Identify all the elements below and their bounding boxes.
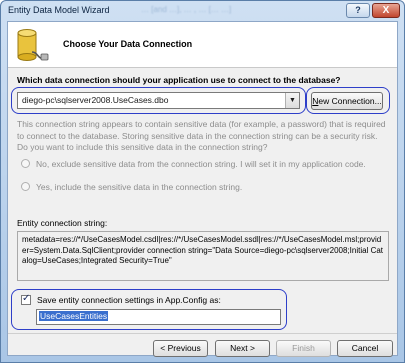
radio-exclude-sensitive[interactable]: No, exclude sensitive data from the conn… — [21, 159, 366, 169]
close-button[interactable]: X — [372, 3, 400, 18]
save-settings-row[interactable]: Save entity connection settings in App.C… — [21, 293, 221, 305]
save-settings-label: Save entity connection settings in App.C… — [37, 295, 221, 305]
database-plug-icon — [17, 29, 49, 61]
chevron-down-icon[interactable]: ▼ — [285, 93, 299, 108]
radio-exclude-label: No, exclude sensitive data from the conn… — [36, 159, 366, 169]
radio-circle[interactable] — [21, 159, 30, 168]
new-connection-label: ew Connection... — [318, 96, 382, 106]
sensitive-data-paragraph: This connection string appears to contai… — [17, 119, 386, 152]
header-band: Choose Your Data Connection — [8, 22, 397, 68]
radio-include-sensitive[interactable]: Yes, include the sensitive data in the c… — [21, 182, 242, 192]
wizard-client-area: Choose Your Data Connection Which data c… — [7, 21, 398, 357]
entities-name-selected-text: UseCasesEntities — [39, 311, 109, 321]
connection-selected-value: diego-pc\sqlserver2008.UseCases.dbo — [22, 95, 169, 105]
previous-label: Previous — [167, 343, 201, 353]
window-title: Entity Data Model Wizard — [8, 5, 110, 15]
entities-name-input[interactable]: UseCasesEntities — [36, 309, 281, 325]
radio-include-label: Yes, include the sensitive data in the c… — [36, 182, 243, 192]
footer-divider — [8, 333, 397, 334]
wizard-window: Entity Data Model Wizard … [and …], … , … — [0, 0, 405, 363]
new-connection-button[interactable]: New Connection... — [311, 92, 383, 110]
next-button[interactable]: Next > — [215, 340, 270, 357]
previous-button[interactable]: < Previous — [153, 340, 208, 357]
entity-connection-string[interactable]: metadata=res://*/UseCasesModel.csdl|res:… — [17, 231, 389, 281]
page-title: Choose Your Data Connection — [63, 39, 193, 49]
finish-button[interactable]: Finish — [276, 340, 331, 357]
next-label: Next — [230, 343, 248, 353]
connection-dropdown[interactable]: diego-pc\sqlserver2008.UseCases.dbo ▼ — [17, 92, 300, 109]
radio-circle[interactable] — [21, 182, 30, 191]
background-title-text: … [and …], … , … [… …] — [141, 5, 232, 14]
cancel-button[interactable]: Cancel — [337, 340, 393, 357]
entity-connection-label: Entity connection string: — [17, 218, 108, 228]
connection-question: Which data connection should your applic… — [17, 75, 341, 85]
save-settings-checkbox[interactable] — [21, 293, 31, 305]
help-button[interactable]: ? — [346, 3, 370, 18]
title-bar[interactable]: Entity Data Model Wizard … [and …], … , … — [1, 1, 404, 21]
